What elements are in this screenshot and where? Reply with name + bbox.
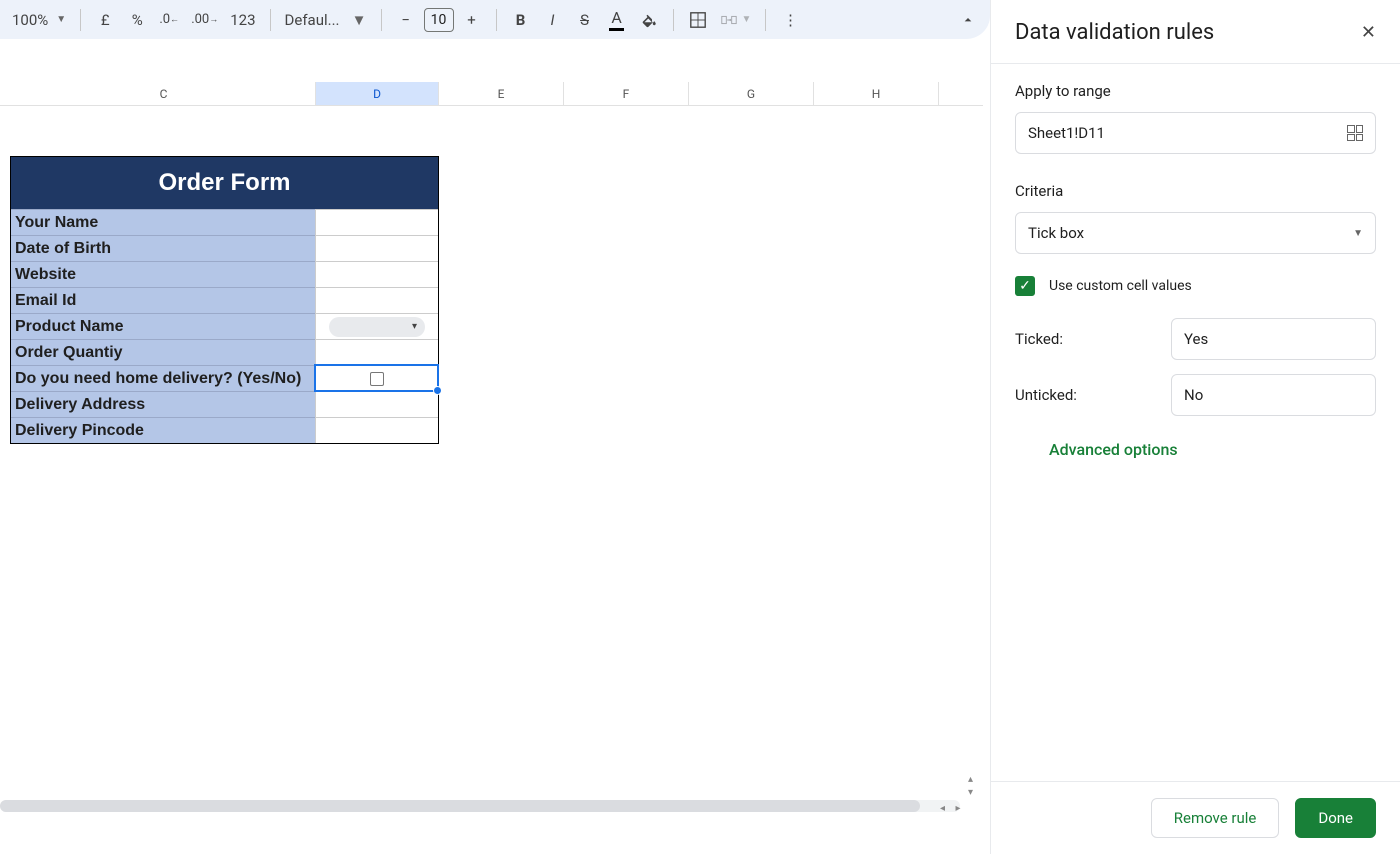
- form-label[interactable]: Delivery Pincode: [11, 417, 315, 443]
- form-label[interactable]: Product Name: [11, 313, 315, 339]
- column-header[interactable]: C: [12, 82, 316, 105]
- increase-decimal-button[interactable]: .00→: [187, 6, 222, 34]
- text-color-button[interactable]: A: [603, 6, 631, 34]
- column-header[interactable]: F: [564, 82, 689, 105]
- criteria-dropdown[interactable]: Tick box ▼: [1015, 212, 1376, 254]
- toolbar: 100%▼ £ % .0← .00→ 123 Defaul...▼ − 10 +…: [0, 0, 990, 40]
- column-header[interactable]: H: [814, 82, 939, 105]
- order-form-table: Order Form Your Name Date of Birth Websi…: [10, 156, 439, 444]
- decrease-decimal-button[interactable]: .0←: [155, 6, 183, 34]
- selected-cell[interactable]: [315, 365, 438, 391]
- sidebar-title: Data validation rules: [1015, 20, 1214, 45]
- cell[interactable]: [315, 287, 438, 313]
- unticked-label: Unticked:: [1015, 386, 1077, 404]
- font-family-dropdown[interactable]: Defaul...▼: [281, 6, 371, 34]
- column-headers: C D E F G H: [0, 82, 983, 106]
- font-size-increase-button[interactable]: +: [458, 6, 486, 34]
- spreadsheet-grid[interactable]: Order Form Your Name Date of Birth Websi…: [0, 106, 983, 826]
- ticked-input[interactable]: Yes: [1171, 318, 1376, 360]
- column-header[interactable]: D: [316, 82, 439, 105]
- font-size-decrease-button[interactable]: −: [392, 6, 420, 34]
- form-label[interactable]: Your Name: [11, 209, 315, 235]
- done-button[interactable]: Done: [1295, 798, 1376, 838]
- sheet-tab-arrows[interactable]: ◂ ▸: [940, 803, 965, 814]
- cell[interactable]: [315, 391, 438, 417]
- form-label[interactable]: Website: [11, 261, 315, 287]
- column-header[interactable]: E: [439, 82, 564, 105]
- toolbar-overflow-button[interactable]: ⋮: [776, 6, 804, 34]
- borders-button[interactable]: [684, 6, 712, 34]
- checkbox-icon[interactable]: [370, 372, 384, 386]
- ticked-label: Ticked:: [1015, 330, 1063, 348]
- cell[interactable]: [315, 209, 438, 235]
- zoom-dropdown[interactable]: 100%▼: [8, 6, 70, 34]
- form-title: Order Form: [11, 157, 438, 209]
- range-input[interactable]: Sheet1!D11: [1015, 112, 1376, 154]
- strikethrough-button[interactable]: S: [571, 6, 599, 34]
- unticked-input[interactable]: No: [1171, 374, 1376, 416]
- collapse-toolbar-button[interactable]: [954, 6, 982, 34]
- form-label[interactable]: Delivery Address: [11, 391, 315, 417]
- cell[interactable]: [315, 417, 438, 443]
- cell-dropdown[interactable]: [315, 313, 438, 339]
- vertical-scroll-arrows[interactable]: ▴▾: [968, 774, 973, 798]
- column-header[interactable]: G: [689, 82, 814, 105]
- font-size-input[interactable]: 10: [424, 8, 454, 32]
- custom-values-label: Use custom cell values: [1049, 278, 1192, 294]
- apply-to-range-label: Apply to range: [1015, 82, 1376, 100]
- criteria-label: Criteria: [1015, 182, 1376, 200]
- advanced-options-link[interactable]: Advanced options: [1049, 440, 1376, 459]
- cell[interactable]: [315, 339, 438, 365]
- chevron-down-icon: ▼: [1353, 228, 1363, 239]
- data-validation-sidebar: Data validation rules ✕ Apply to range S…: [990, 0, 1400, 854]
- dropdown-pill[interactable]: [329, 317, 425, 337]
- format-currency-button[interactable]: £: [91, 6, 119, 34]
- more-formats-button[interactable]: 123: [226, 6, 259, 34]
- cell[interactable]: [315, 235, 438, 261]
- select-range-icon[interactable]: [1347, 125, 1363, 141]
- format-percent-button[interactable]: %: [123, 6, 151, 34]
- form-label[interactable]: Do you need home delivery? (Yes/No): [11, 365, 315, 391]
- bold-button[interactable]: B: [507, 6, 535, 34]
- cell[interactable]: [315, 261, 438, 287]
- fill-color-button[interactable]: [635, 6, 663, 34]
- remove-rule-button[interactable]: Remove rule: [1151, 798, 1280, 838]
- custom-values-checkbox[interactable]: ✓: [1015, 276, 1035, 296]
- merge-cells-button[interactable]: ▼: [716, 6, 756, 34]
- horizontal-scrollbar[interactable]: [0, 800, 960, 812]
- form-label[interactable]: Email Id: [11, 287, 315, 313]
- form-label[interactable]: Order Quantiy: [11, 339, 315, 365]
- form-label[interactable]: Date of Birth: [11, 235, 315, 261]
- close-icon[interactable]: ✕: [1361, 22, 1376, 43]
- italic-button[interactable]: I: [539, 6, 567, 34]
